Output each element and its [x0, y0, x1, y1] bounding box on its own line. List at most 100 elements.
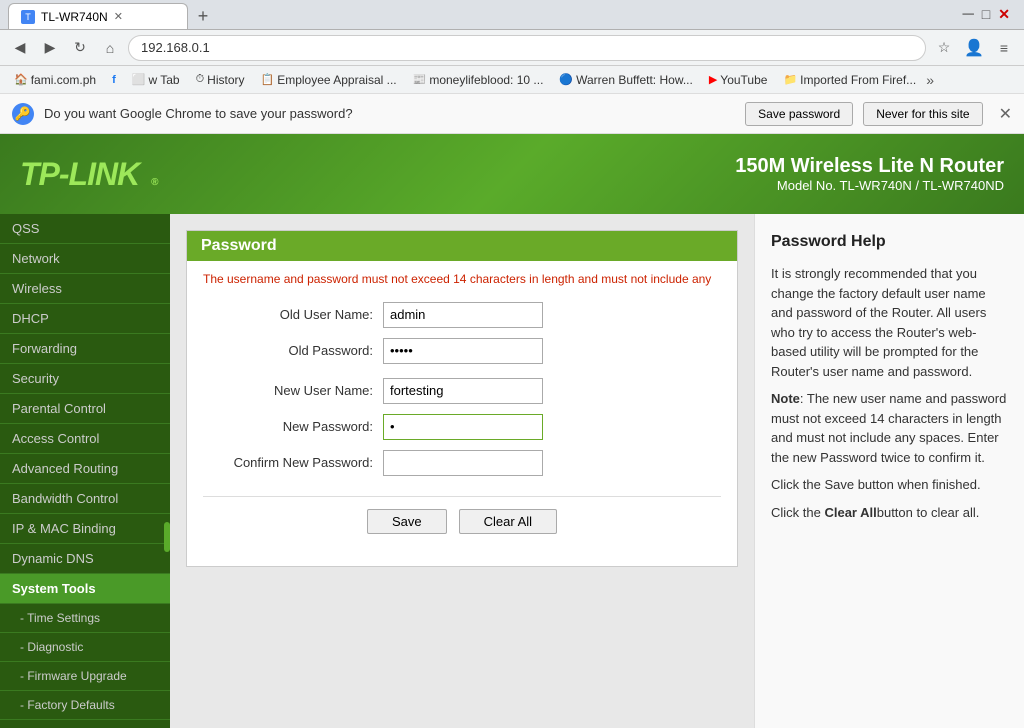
new-password-row: New Password:: [203, 414, 721, 440]
bookmark-button[interactable]: ☆: [932, 36, 956, 60]
clear-all-button[interactable]: Clear All: [459, 509, 557, 534]
router-page: TP-LINK ® 150M Wireless Lite N Router Mo…: [0, 134, 1024, 728]
bookmark-history[interactable]: ⏱ History: [190, 71, 251, 89]
sidebar: QSS Network Wireless DHCP Forwarding Sec…: [0, 214, 170, 728]
sidebar-item-access[interactable]: Access Control: [0, 424, 170, 454]
sidebar-item-systemtools[interactable]: System Tools: [0, 574, 170, 604]
bookmarks-bar: 🏠 fami.com.ph f ⬜ w Tab ⏱ History 📋 Empl…: [0, 66, 1024, 94]
close-button[interactable]: ✕: [998, 6, 1010, 24]
address-bar[interactable]: 192.168.0.1: [128, 35, 926, 61]
save-button[interactable]: Save: [367, 509, 447, 534]
history-icon: ⏱: [196, 73, 205, 86]
bookmark-label: fami.com.ph: [31, 73, 96, 87]
old-username-row: Old User Name:: [203, 302, 721, 328]
sidebar-item-timesettings[interactable]: - Time Settings: [0, 604, 170, 633]
home-button[interactable]: ⌂: [98, 36, 122, 60]
tab-title: TL-WR740N: [41, 10, 108, 24]
router-header: TP-LINK ® 150M Wireless Lite N Router Mo…: [0, 134, 1024, 214]
sidebar-scrollbar-thumb: [164, 522, 170, 552]
sidebar-item-factory[interactable]: - Factory Defaults: [0, 691, 170, 720]
sidebar-item-dhcp[interactable]: DHCP: [0, 304, 170, 334]
wtab-icon: ⬜: [132, 73, 146, 86]
more-bookmarks[interactable]: »: [926, 72, 934, 88]
youtube-icon: ▶: [709, 73, 717, 86]
sidebar-item-forwarding[interactable]: Forwarding: [0, 334, 170, 364]
sidebar-item-diagnostic[interactable]: - Diagnostic: [0, 633, 170, 662]
active-tab[interactable]: T TL-WR740N ✕: [8, 3, 188, 29]
old-user-input[interactable]: [383, 302, 543, 328]
sidebar-item-wireless[interactable]: Wireless: [0, 274, 170, 304]
help-note-colon: :: [800, 391, 807, 406]
bookmark-label: w Tab: [148, 73, 179, 87]
address-text: 192.168.0.1: [141, 40, 913, 55]
bookmark-label: Employee Appraisal ...: [277, 73, 396, 87]
reload-button[interactable]: ↻: [68, 36, 92, 60]
help-clear-instruction: Click the Clear Allbutton to clear all.: [771, 503, 1008, 523]
user-button[interactable]: 👤: [962, 36, 986, 60]
bookmark-youtube[interactable]: ▶ YouTube: [703, 71, 774, 89]
help-clear-bold: Clear All: [824, 505, 876, 520]
bookmark-label: Warren Buffett: How...: [576, 73, 693, 87]
sidebar-item-network[interactable]: Network: [0, 244, 170, 274]
sidebar-item-qss[interactable]: QSS: [0, 214, 170, 244]
bookmark-label: Imported From Firef...: [800, 73, 916, 87]
window-controls: ─ □ ✕: [962, 6, 1016, 24]
sidebar-item-parental[interactable]: Parental Control: [0, 394, 170, 424]
help-paragraph1: It is strongly recommended that you chan…: [771, 264, 1008, 381]
tab-favicon: T: [21, 10, 35, 24]
never-save-button[interactable]: Never for this site: [863, 102, 982, 126]
money-icon: 📰: [413, 73, 427, 86]
bookmark-appraisal[interactable]: 📋 Employee Appraisal ...: [255, 71, 403, 89]
tab-close-button[interactable]: ✕: [114, 10, 123, 23]
bookmark-firefox[interactable]: 📁 Imported From Firef...: [777, 71, 922, 89]
logo-trademark: ®: [151, 177, 157, 188]
new-pass-label: New Password:: [203, 419, 383, 434]
password-prompt-text: Do you want Google Chrome to save your p…: [44, 106, 735, 121]
new-tab-button[interactable]: +: [188, 3, 218, 29]
save-password-button[interactable]: Save password: [745, 102, 853, 126]
menu-button[interactable]: ≡: [992, 36, 1016, 60]
router-info: 150M Wireless Lite N Router Model No. TL…: [735, 155, 1004, 193]
confirm-pass-input[interactable]: [383, 450, 543, 476]
bookmark-buffett[interactable]: 🔵 Warren Buffett: How...: [553, 71, 698, 89]
help-title: Password Help: [771, 230, 1008, 254]
maximize-button[interactable]: □: [982, 6, 990, 24]
fami-icon: 🏠: [14, 73, 28, 86]
old-user-label: Old User Name:: [203, 307, 383, 322]
new-pass-input[interactable]: [383, 414, 543, 440]
bookmark-wtab[interactable]: ⬜ w Tab: [126, 71, 186, 89]
sidebar-item-backup[interactable]: - Backup & Restore: [0, 720, 170, 728]
help-panel: Password Help It is strongly recommended…: [754, 214, 1024, 728]
minimize-button[interactable]: ─: [962, 6, 973, 24]
content-area: QSS Network Wireless DHCP Forwarding Sec…: [0, 214, 1024, 728]
password-icon: 🔑: [12, 103, 34, 125]
new-user-label: New User Name:: [203, 383, 383, 398]
sidebar-item-dns[interactable]: Dynamic DNS: [0, 544, 170, 574]
sidebar-item-bandwidth[interactable]: Bandwidth Control: [0, 484, 170, 514]
old-pass-input[interactable]: [383, 338, 543, 364]
bookmark-label: History: [207, 73, 244, 87]
sidebar-item-routing[interactable]: Advanced Routing: [0, 454, 170, 484]
help-note: Note: The new user name and password mus…: [771, 389, 1008, 467]
warning-text: The username and password must not excee…: [203, 271, 721, 288]
form-section-header: Password: [187, 231, 737, 261]
sidebar-item-security[interactable]: Security: [0, 364, 170, 394]
confirm-label: Confirm New Password:: [203, 455, 383, 470]
password-save-bar: 🔑 Do you want Google Chrome to save your…: [0, 94, 1024, 134]
fb-icon: f: [112, 74, 116, 86]
buffett-icon: 🔵: [559, 73, 573, 86]
help-save-instruction: Click the Save button when finished.: [771, 475, 1008, 495]
bookmark-fami[interactable]: 🏠 fami.com.ph: [8, 71, 102, 89]
form-buttons: Save Clear All: [203, 496, 721, 546]
new-user-input[interactable]: [383, 378, 543, 404]
sidebar-item-firmware[interactable]: - Firmware Upgrade: [0, 662, 170, 691]
forward-button[interactable]: ▶: [38, 36, 62, 60]
bookmark-money[interactable]: 📰 moneylifeblood: 10 ...: [407, 71, 550, 89]
appraisal-icon: 📋: [261, 73, 275, 86]
router-model: 150M Wireless Lite N Router: [735, 155, 1004, 178]
back-button[interactable]: ◀: [8, 36, 32, 60]
sidebar-item-ipmac[interactable]: IP & MAC Binding: [0, 514, 170, 544]
close-password-bar-button[interactable]: ✕: [999, 104, 1012, 124]
bookmark-fb[interactable]: f: [106, 72, 122, 88]
router-submodel: Model No. TL-WR740N / TL-WR740ND: [735, 178, 1004, 193]
